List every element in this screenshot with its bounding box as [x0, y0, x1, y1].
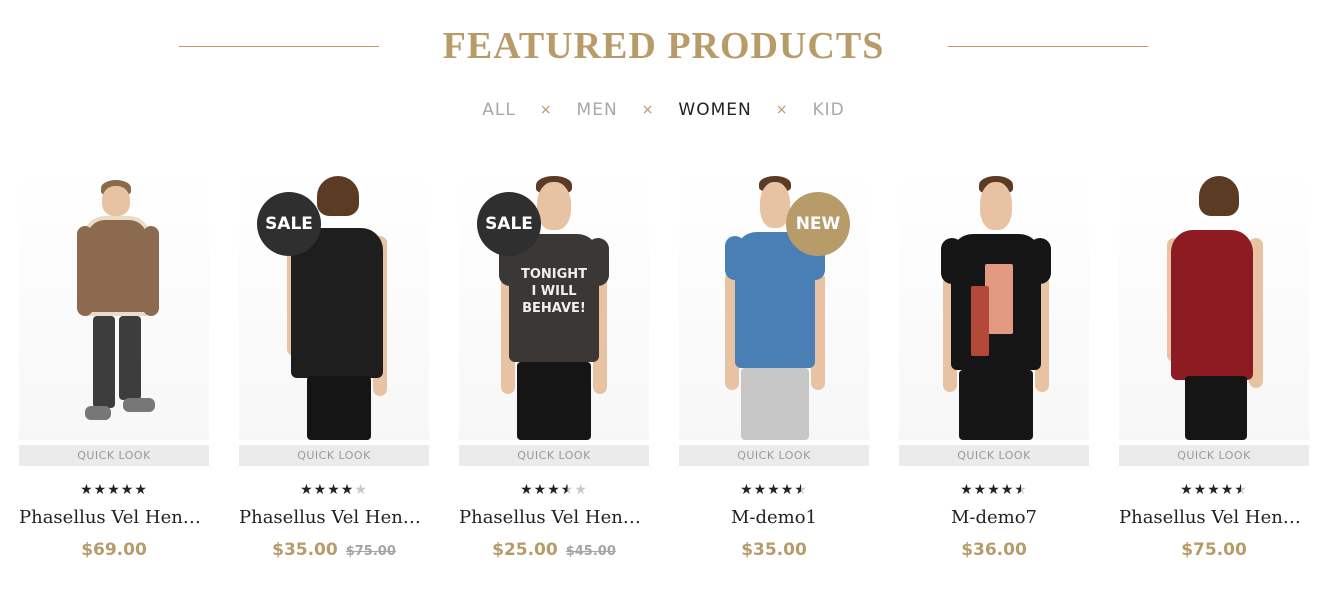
- star-icon: ★: [354, 481, 368, 497]
- new-badge: NEW: [786, 192, 850, 256]
- star-icon: ★: [987, 481, 1001, 497]
- rating-stars: ★★★★★: [1119, 481, 1309, 497]
- filter-tabs: ALL × MEN × WOMEN × KID: [0, 96, 1327, 124]
- old-price: $45.00: [565, 544, 616, 559]
- star-icon: ★: [1014, 481, 1028, 497]
- star-icon: ★: [574, 481, 588, 497]
- title-divider-left: [178, 45, 379, 47]
- star-icon: ★: [120, 481, 135, 497]
- price-row: $35.00: [679, 540, 869, 560]
- product-card[interactable]: NEW QUICK LOOK ★★★★★ M-demo1 $35.00: [679, 170, 869, 560]
- product-card[interactable]: QUICK LOOK ★★★★★ Phasellus Vel Hend... $…: [19, 170, 209, 560]
- rating-stars: ★★★★★: [459, 481, 649, 497]
- sale-badge: SALE: [257, 192, 321, 256]
- star-icon: ★: [1000, 481, 1015, 497]
- rating-stars: ★★★★★: [899, 481, 1089, 497]
- product-price: $35.00: [272, 540, 338, 560]
- rating-stars: ★★★★★: [19, 481, 209, 497]
- star-icon: ★: [740, 481, 754, 497]
- product-image[interactable]: [19, 170, 209, 440]
- tab-women[interactable]: WOMEN: [678, 100, 751, 120]
- star-icon: ★: [794, 481, 808, 497]
- star-icon: ★: [1234, 481, 1248, 497]
- product-card[interactable]: SALE QUICK LOOK ★★★★★ Phasellus Vel Hend…: [239, 170, 429, 560]
- tab-separator: ×: [641, 102, 655, 118]
- quick-look-button[interactable]: QUICK LOOK: [899, 445, 1089, 466]
- tab-men[interactable]: MEN: [577, 100, 618, 120]
- product-name[interactable]: Phasellus Vel Hend...: [1119, 507, 1309, 528]
- star-icon: ★: [1220, 481, 1235, 497]
- star-icon: ★: [767, 481, 781, 497]
- star-icon: ★: [780, 481, 795, 497]
- star-icon: ★: [340, 481, 355, 497]
- star-icon: ★: [520, 481, 534, 497]
- product-image[interactable]: SALE TONIGHT I WILL BEHAVE!: [459, 170, 649, 440]
- sale-badge: SALE: [477, 192, 541, 256]
- price-row: $69.00: [19, 540, 209, 560]
- product-name[interactable]: M-demo1: [679, 507, 869, 528]
- product-image[interactable]: SALE: [239, 170, 429, 440]
- product-card[interactable]: QUICK LOOK ★★★★★ Phasellus Vel Hend... $…: [1119, 170, 1309, 560]
- product-image[interactable]: [1119, 170, 1309, 440]
- product-price: $36.00: [961, 540, 1027, 560]
- star-icon: ★: [973, 481, 988, 497]
- product-card[interactable]: QUICK LOOK ★★★★★ M-demo7 $36.00: [899, 170, 1089, 560]
- product-card[interactable]: SALE TONIGHT I WILL BEHAVE! QUICK LOOK ★…: [459, 170, 649, 560]
- shirt-print-line: TONIGHT: [520, 267, 588, 282]
- star-icon: ★: [300, 481, 314, 497]
- star-icon: ★: [313, 481, 328, 497]
- product-price: $35.00: [741, 540, 807, 560]
- star-icon: ★: [1180, 481, 1194, 497]
- shirt-print-line: BEHAVE!: [522, 301, 586, 316]
- price-row: $35.00 $75.00: [239, 540, 429, 560]
- section-header: FEATURED PRODUCTS: [0, 18, 1327, 74]
- product-image[interactable]: NEW: [679, 170, 869, 440]
- quick-look-button[interactable]: QUICK LOOK: [239, 445, 429, 466]
- star-icon: ★: [134, 481, 148, 497]
- old-price: $75.00: [345, 544, 396, 559]
- star-icon: ★: [327, 481, 341, 497]
- quick-look-button[interactable]: QUICK LOOK: [19, 445, 209, 466]
- price-row: $75.00: [1119, 540, 1309, 560]
- price-row: $25.00 $45.00: [459, 540, 649, 560]
- product-name[interactable]: M-demo7: [899, 507, 1089, 528]
- star-icon: ★: [753, 481, 768, 497]
- product-name[interactable]: Phasellus Vel Hend...: [239, 507, 429, 528]
- rating-stars: ★★★★★: [239, 481, 429, 497]
- star-icon: ★: [547, 481, 561, 497]
- product-image[interactable]: [899, 170, 1089, 440]
- star-icon: ★: [1193, 481, 1208, 497]
- star-icon: ★: [93, 481, 108, 497]
- tab-separator: ×: [775, 102, 789, 118]
- quick-look-button[interactable]: QUICK LOOK: [1119, 445, 1309, 466]
- section-title: FEATURED PRODUCTS: [442, 25, 885, 67]
- product-price: $69.00: [81, 540, 147, 560]
- quick-look-button[interactable]: QUICK LOOK: [679, 445, 869, 466]
- star-icon: ★: [560, 481, 575, 497]
- product-grid: QUICK LOOK ★★★★★ Phasellus Vel Hend... $…: [19, 170, 1309, 560]
- rating-stars: ★★★★★: [679, 481, 869, 497]
- tab-all[interactable]: ALL: [482, 100, 516, 120]
- tab-kid[interactable]: KID: [812, 100, 844, 120]
- star-icon: ★: [80, 481, 94, 497]
- product-name[interactable]: Phasellus Vel Hend...: [459, 507, 649, 528]
- shirt-print-line: I WILL: [531, 284, 577, 299]
- star-icon: ★: [960, 481, 974, 497]
- quick-look-button[interactable]: QUICK LOOK: [459, 445, 649, 466]
- star-icon: ★: [1207, 481, 1221, 497]
- product-name[interactable]: Phasellus Vel Hend...: [19, 507, 209, 528]
- tab-separator: ×: [539, 102, 553, 118]
- product-price: $75.00: [1181, 540, 1247, 560]
- star-icon: ★: [107, 481, 121, 497]
- product-price: $25.00: [492, 540, 558, 560]
- star-icon: ★: [533, 481, 548, 497]
- title-divider-right: [948, 45, 1149, 47]
- price-row: $36.00: [899, 540, 1089, 560]
